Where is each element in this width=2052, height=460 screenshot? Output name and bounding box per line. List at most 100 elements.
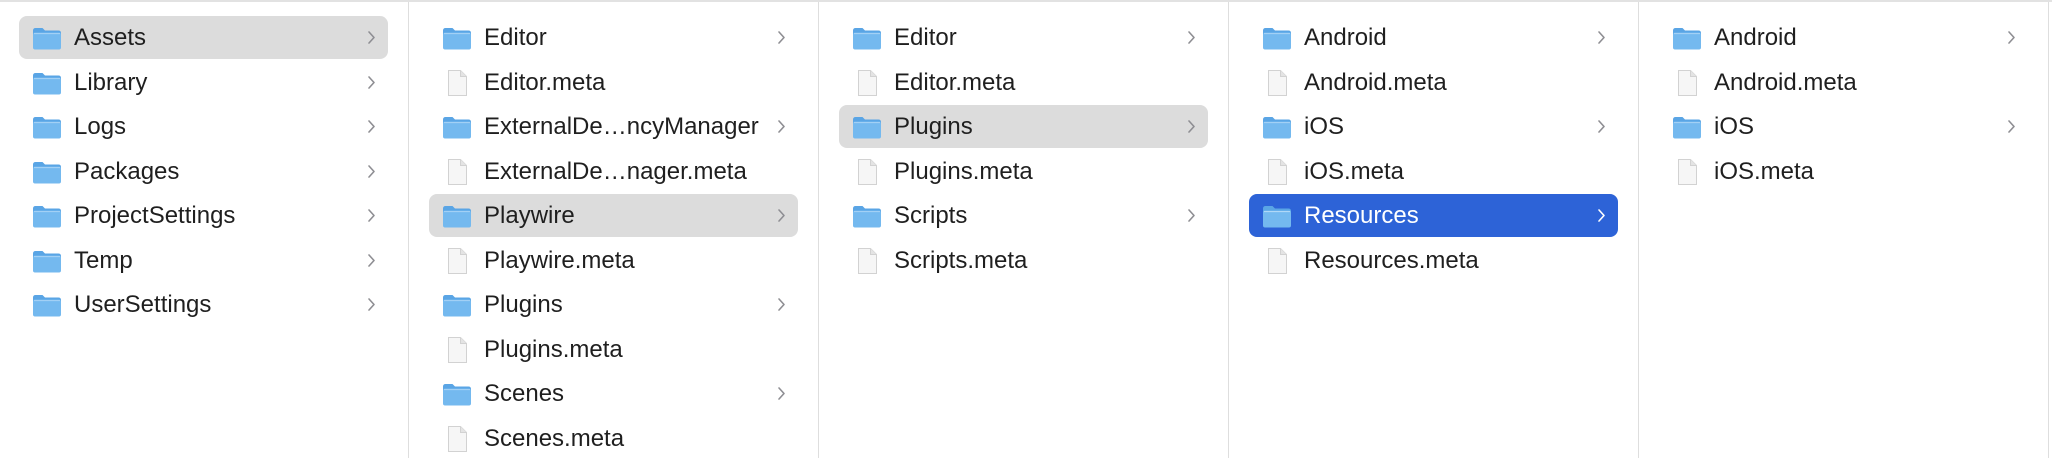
item-label: Editor.meta bbox=[894, 68, 1016, 96]
folder-icon bbox=[33, 72, 61, 94]
file-item-plugins-meta[interactable]: Plugins.meta bbox=[839, 150, 1208, 193]
document-icon bbox=[448, 336, 467, 363]
folder-item-playwire[interactable]: Playwire bbox=[429, 194, 798, 237]
folder-item-android[interactable]: Android bbox=[1249, 16, 1618, 59]
folder-icon bbox=[853, 117, 881, 139]
folder-icon bbox=[33, 295, 61, 317]
folder-item-usersettings[interactable]: UserSettings bbox=[19, 283, 388, 326]
file-item-android-meta[interactable]: Android.meta bbox=[1249, 61, 1618, 104]
chevron-right-icon bbox=[368, 164, 375, 178]
chevron-right-icon bbox=[1598, 120, 1605, 133]
item-label: Android bbox=[1304, 24, 1387, 51]
item-label: Library bbox=[74, 68, 148, 96]
item-label: Plugins.meta bbox=[484, 335, 623, 363]
item-label: Playwire bbox=[484, 202, 575, 229]
file-item-resources-meta[interactable]: Resources.meta bbox=[1249, 239, 1618, 282]
folder-item-assets[interactable]: Assets bbox=[19, 16, 388, 59]
folder-icon bbox=[443, 28, 471, 50]
chevron-right-icon bbox=[778, 387, 785, 400]
folder-icon bbox=[853, 28, 881, 50]
chevron-right-icon bbox=[368, 253, 375, 267]
folder-item-temp[interactable]: Temp bbox=[19, 239, 388, 282]
file-item-playwire-meta[interactable]: Playwire.meta bbox=[429, 239, 798, 282]
file-item-scenes-meta[interactable]: Scenes.meta bbox=[429, 417, 798, 460]
column-5[interactable]: Android Android.meta iOS iOS.meta bbox=[1640, 2, 2049, 458]
folder-item-scripts[interactable]: Scripts bbox=[839, 194, 1208, 237]
item-label: UserSettings bbox=[74, 291, 212, 318]
item-label: iOS.meta bbox=[1714, 157, 1815, 185]
folder-icon bbox=[33, 117, 61, 139]
item-label: Resources.meta bbox=[1304, 246, 1479, 274]
file-item-plugins-meta[interactable]: Plugins.meta bbox=[429, 328, 798, 371]
folder-item-plugins[interactable]: Plugins bbox=[429, 283, 798, 326]
file-item-scripts-meta[interactable]: Scripts.meta bbox=[839, 239, 1208, 282]
folder-item-packages[interactable]: Packages bbox=[19, 150, 388, 193]
item-label: Resources bbox=[1304, 202, 1419, 229]
item-label: Scenes bbox=[484, 380, 565, 407]
document-icon bbox=[1268, 247, 1287, 274]
item-label: Scenes.meta bbox=[484, 424, 625, 452]
item-label: Assets bbox=[74, 24, 147, 51]
file-item-editor-meta[interactable]: Editor.meta bbox=[839, 61, 1208, 104]
item-label: Editor bbox=[484, 24, 547, 51]
file-item-externalde-nager-meta[interactable]: ExternalDe…nager.meta bbox=[429, 150, 798, 193]
folder-item-android[interactable]: Android bbox=[1659, 16, 2028, 59]
column-4[interactable]: Android Android.meta iOS iOS.meta Resources R… bbox=[1230, 2, 1639, 458]
column-2[interactable]: Editor Editor.meta ExternalDe…ncyManager Ex… bbox=[410, 2, 819, 458]
chevron-right-icon bbox=[1188, 31, 1195, 44]
column-3[interactable]: Editor Editor.meta Plugins Plugins.meta Scri… bbox=[820, 2, 1229, 458]
item-label: Android bbox=[1714, 24, 1797, 51]
folder-item-library[interactable]: Library bbox=[19, 61, 388, 104]
item-label: Android.meta bbox=[1304, 68, 1447, 96]
folder-icon bbox=[1263, 117, 1291, 139]
item-label: Plugins bbox=[484, 291, 563, 318]
folder-item-ios[interactable]: iOS bbox=[1659, 105, 2028, 148]
item-label: Android.meta bbox=[1714, 68, 1857, 96]
item-label: ProjectSettings bbox=[74, 202, 236, 229]
folder-icon bbox=[443, 295, 471, 317]
folder-item-logs[interactable]: Logs bbox=[19, 105, 388, 148]
item-label: Temp bbox=[74, 246, 133, 274]
folder-item-plugins[interactable]: Plugins bbox=[839, 105, 1208, 148]
item-label: Plugins.meta bbox=[894, 157, 1033, 185]
folder-icon bbox=[33, 206, 61, 228]
document-icon bbox=[1678, 158, 1697, 185]
item-label: Logs bbox=[74, 113, 127, 140]
file-item-editor-meta[interactable]: Editor.meta bbox=[429, 61, 798, 104]
folder-item-editor[interactable]: Editor bbox=[839, 16, 1208, 59]
chevron-right-icon bbox=[368, 298, 375, 311]
item-label: ExternalDe…nager.meta bbox=[484, 157, 747, 185]
document-icon bbox=[448, 69, 467, 96]
folder-item-externalde-ncymanager[interactable]: ExternalDe…ncyManager bbox=[429, 105, 798, 148]
folder-icon bbox=[443, 384, 471, 406]
item-label: iOS bbox=[1304, 113, 1345, 140]
chevron-right-icon bbox=[1598, 209, 1605, 222]
column-1[interactable]: Assets Library Logs Packages ProjectSettings… bbox=[0, 2, 409, 458]
document-icon bbox=[858, 69, 877, 96]
item-label: Scripts.meta bbox=[894, 246, 1028, 274]
file-item-android-meta[interactable]: Android.meta bbox=[1659, 61, 2028, 104]
folder-item-ios[interactable]: iOS bbox=[1249, 105, 1618, 148]
folder-icon bbox=[1673, 117, 1701, 139]
file-item-ios-meta[interactable]: iOS.meta bbox=[1249, 150, 1618, 193]
document-icon bbox=[858, 247, 877, 274]
folder-item-resources[interactable]: Resources bbox=[1249, 194, 1618, 237]
folder-item-editor[interactable]: Editor bbox=[429, 16, 798, 59]
chevron-right-icon bbox=[1188, 120, 1195, 133]
item-label: iOS.meta bbox=[1304, 157, 1405, 185]
chevron-right-icon bbox=[368, 120, 375, 133]
document-icon bbox=[1678, 69, 1697, 96]
file-item-ios-meta[interactable]: iOS.meta bbox=[1659, 150, 2028, 193]
chevron-right-icon bbox=[368, 31, 375, 44]
folder-icon bbox=[1263, 206, 1291, 228]
document-icon bbox=[448, 425, 467, 452]
folder-item-projectsettings[interactable]: ProjectSettings bbox=[19, 194, 388, 237]
column-browser: Assets Library Logs Packages ProjectSettings… bbox=[0, 0, 2052, 458]
folder-icon bbox=[1263, 28, 1291, 50]
chevron-right-icon bbox=[368, 209, 375, 222]
item-label: Editor.meta bbox=[484, 68, 606, 96]
chevron-right-icon bbox=[2008, 31, 2015, 44]
chevron-right-icon bbox=[778, 31, 785, 44]
folder-item-scenes[interactable]: Scenes bbox=[429, 372, 798, 415]
chevron-right-icon bbox=[1598, 31, 1605, 44]
